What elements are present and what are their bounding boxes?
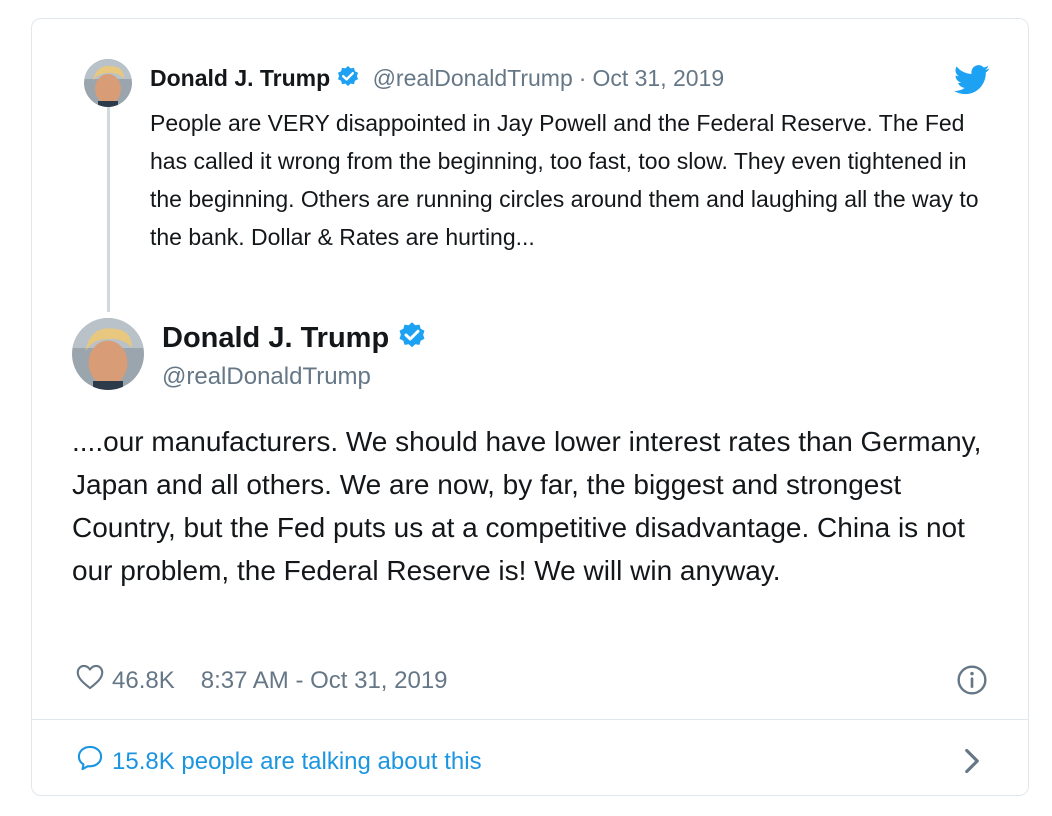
info-icon[interactable]: [956, 664, 988, 701]
quoted-tweet-text: People are VERY disappointed in Jay Powe…: [150, 110, 979, 250]
conversation-count-text[interactable]: 15.8K people are talking about this: [112, 748, 482, 776]
tweet-timestamp[interactable]: 8:37 AM - Oct 31, 2019: [201, 667, 448, 695]
quoted-date[interactable]: Oct 31, 2019: [592, 65, 724, 91]
verified-badge-icon: [397, 321, 427, 359]
conversation-link[interactable]: 15.8K people are talking about this: [76, 744, 482, 779]
thread-connector-line: [107, 107, 110, 312]
like-count[interactable]: 46.8K: [112, 667, 175, 695]
heart-icon[interactable]: [76, 664, 104, 697]
main-tweet-text: ....our manufacturers. We should have lo…: [72, 426, 982, 586]
quoted-author-name[interactable]: Donald J. Trump: [150, 65, 330, 91]
main-author-handle[interactable]: @realDonaldTrump: [162, 363, 371, 391]
speech-bubble-icon: [76, 744, 104, 779]
main-author-name-row: Donald J. Trump: [162, 321, 427, 359]
footer-divider: [32, 719, 1028, 720]
twitter-bird-icon[interactable]: [954, 65, 990, 100]
chevron-right-icon[interactable]: [960, 747, 984, 780]
quoted-separator: ·: [578, 65, 587, 91]
tweet-embed-card: Donald J. Trump @realDonaldTrump · Oct 31,…: [31, 18, 1029, 796]
quoted-header: Donald J. Trump @realDonaldTrump · Oct 31,…: [150, 65, 724, 95]
quoted-author-handle[interactable]: @realDonaldTrump: [373, 65, 573, 91]
quoted-avatar[interactable]: [84, 59, 132, 107]
main-author-name[interactable]: Donald J. Trump: [162, 322, 389, 354]
main-avatar[interactable]: [72, 318, 144, 390]
verified-badge-icon: [336, 65, 360, 95]
tweet-meta-row: 46.8K 8:37 AM - Oct 31, 2019: [76, 664, 448, 697]
